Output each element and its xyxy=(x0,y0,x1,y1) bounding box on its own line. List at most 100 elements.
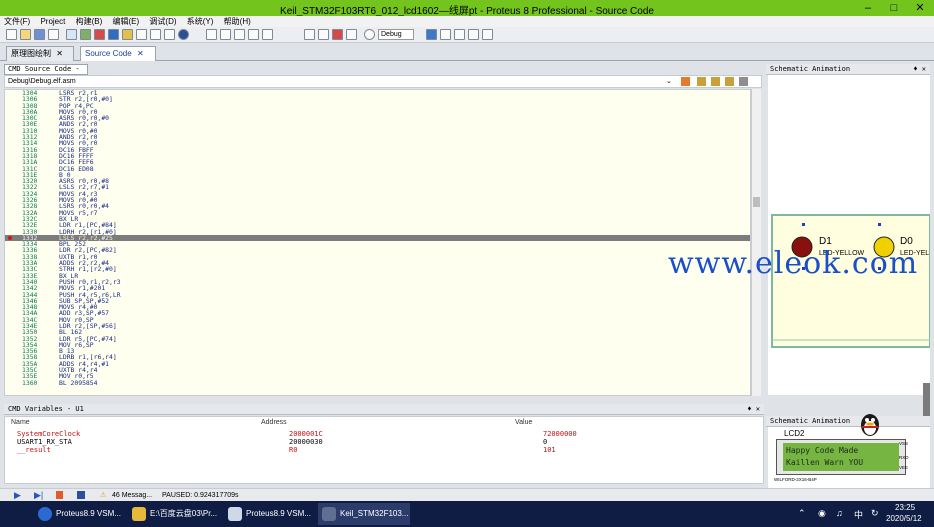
menu-edit[interactable]: 编辑(E) xyxy=(109,16,144,27)
build-icon[interactable] xyxy=(304,29,315,40)
pin-icon[interactable]: ♦ ✕ xyxy=(747,404,760,414)
maximize-button[interactable]: □ xyxy=(882,0,906,16)
table-row[interactable]: __result R0 101 xyxy=(5,446,745,455)
rebuild-icon[interactable] xyxy=(318,29,329,40)
col-value[interactable]: Value xyxy=(515,419,532,426)
menu-build[interactable]: 构建(B) xyxy=(72,16,107,27)
proteus-icon xyxy=(38,507,52,521)
grid-icon[interactable] xyxy=(468,29,479,40)
breakpoint-icon[interactable] xyxy=(8,235,12,240)
tab-schematic[interactable]: 原理图绘制 ✕ xyxy=(6,46,74,61)
messages-count[interactable]: 46 Messag... xyxy=(112,491,152,500)
taskbar-item-explorer[interactable]: E:\百度云盘03\Pr... xyxy=(128,503,218,525)
source-subtab[interactable]: CMD Source Code - U1 xyxy=(4,64,88,82)
taskbar: Proteus8.9 VSM... E:\百度云盘03\Pr... Proteu… xyxy=(0,501,934,527)
step-out-icon[interactable] xyxy=(711,77,720,86)
copy-icon[interactable] xyxy=(234,29,245,40)
step-icon[interactable] xyxy=(454,29,465,40)
clock-time[interactable]: 23:25 xyxy=(895,503,915,512)
simulation-state: PAUSED: 0.924317709s xyxy=(162,492,239,499)
find-icon[interactable] xyxy=(262,29,273,40)
step-over-icon[interactable] xyxy=(697,77,706,86)
schematic-animation-top[interactable]: D1 LED-YELLOW D0 LED-YEL xyxy=(768,75,931,395)
lcd-screen: Happy Code Made Kaillen Warn YOU xyxy=(783,443,899,471)
zoom-icon[interactable] xyxy=(482,29,493,40)
menu-project[interactable]: Project xyxy=(36,16,69,27)
taskbar-item-proteus-2[interactable]: Proteus8.9 VSM... xyxy=(224,503,312,525)
col-name[interactable]: Name xyxy=(11,419,30,426)
home-icon[interactable] xyxy=(66,29,77,40)
gerber-icon[interactable] xyxy=(136,29,147,40)
taskbar-item-proteus-1[interactable]: Proteus8.9 VSM... xyxy=(34,503,122,525)
warning-icon[interactable]: ⚠ xyxy=(100,491,106,500)
step-icon[interactable]: ▶| xyxy=(34,491,43,500)
pin-vee: VEE xyxy=(899,465,909,470)
keil-icon xyxy=(322,507,336,521)
notes-icon[interactable] xyxy=(164,29,175,40)
var-name: __result xyxy=(17,446,51,454)
import-icon[interactable] xyxy=(48,29,59,40)
toggle-breakpoint-icon[interactable] xyxy=(739,77,748,86)
component-icon[interactable] xyxy=(80,29,91,40)
play-icon[interactable]: ▶ xyxy=(14,491,21,500)
file-selector[interactable]: Debug\Debug.elf.asm ⌄ xyxy=(4,75,762,88)
pcb-icon[interactable] xyxy=(108,29,119,40)
new-file-icon[interactable] xyxy=(6,29,17,40)
variables-title-text: CMD Variables - U1 xyxy=(8,405,84,413)
save-icon[interactable] xyxy=(34,29,45,40)
open-folder-icon[interactable] xyxy=(20,29,31,40)
redo-icon[interactable] xyxy=(440,29,451,40)
schematic-scrollbar[interactable] xyxy=(923,383,930,419)
stop-icon[interactable] xyxy=(77,491,85,499)
undo-icon[interactable] xyxy=(426,29,437,40)
network-icon[interactable]: ◉ xyxy=(818,508,826,519)
clean-icon[interactable] xyxy=(346,29,357,40)
clock-date[interactable]: 2020/5/12 xyxy=(886,514,922,523)
tab-source-code[interactable]: Source Code ✕ xyxy=(80,46,156,61)
volume-icon[interactable]: ♫ xyxy=(836,508,843,518)
code-line[interactable]: 1360 BL 2095854 xyxy=(5,378,750,387)
3d-icon[interactable] xyxy=(122,29,133,40)
menu-file[interactable]: 文件(F) xyxy=(0,16,34,27)
pause-icon[interactable] xyxy=(56,491,63,499)
close-button[interactable]: ✕ xyxy=(908,0,932,16)
menu-debug[interactable]: 调试(D) xyxy=(145,16,180,27)
disassembly-view[interactable]: 1304 LSRS r2,r1 1306 STR r2,[r0,#0] 1308 POP … xyxy=(4,89,751,396)
run-to-icon[interactable] xyxy=(725,77,734,86)
led-board xyxy=(771,214,931,348)
minimize-button[interactable]: – xyxy=(856,0,880,16)
ime-indicator[interactable]: 中 xyxy=(854,508,863,521)
taskbar-item-keil[interactable]: Keil_STM32F103... xyxy=(318,503,410,525)
library-icon[interactable] xyxy=(94,29,105,40)
scroll-thumb[interactable] xyxy=(753,197,760,207)
close-icon[interactable]: ✕ xyxy=(56,49,63,58)
title-bar: Keil_STM32F103RT6_012_lcd1602—线屏pt - Pro… xyxy=(0,0,934,17)
qq-penguin-icon[interactable] xyxy=(857,411,883,437)
bom-icon[interactable] xyxy=(150,29,161,40)
lcd-bezel: Happy Code Made Kaillen Warn YOU xyxy=(776,439,906,475)
menu-help[interactable]: 帮助(H) xyxy=(220,16,255,27)
tab-source-code-label: Source Code xyxy=(85,49,132,58)
step-into-icon[interactable] xyxy=(681,77,690,86)
var-address: R0 xyxy=(289,446,298,454)
paste-icon[interactable] xyxy=(248,29,259,40)
debug-bug-icon[interactable] xyxy=(332,29,343,40)
sync-icon[interactable]: ↻ xyxy=(871,508,879,519)
code-scrollbar[interactable] xyxy=(751,89,761,396)
menu-system[interactable]: 系统(Y) xyxy=(183,16,218,27)
watermark: www.eleok.com xyxy=(668,246,919,281)
chevron-down-icon[interactable]: ⌄ xyxy=(666,76,672,87)
help-icon[interactable] xyxy=(178,29,189,40)
build-config-select[interactable]: Debug xyxy=(378,29,414,40)
config-icon[interactable] xyxy=(364,29,375,40)
tray-chevron-icon[interactable]: ⌃ xyxy=(798,508,806,519)
pin-icon[interactable]: ♦ ✕ xyxy=(913,64,926,74)
schematic-animation-bottom[interactable]: LCD2 Happy Code Made Kaillen Warn YOU WI… xyxy=(768,427,930,489)
col-address[interactable]: Address xyxy=(261,419,287,426)
code-address: 1360 xyxy=(22,378,38,387)
schematic-canvas xyxy=(768,75,931,395)
print-icon[interactable] xyxy=(206,29,217,40)
close-icon[interactable]: ✕ xyxy=(137,49,144,58)
cut-icon[interactable] xyxy=(220,29,231,40)
code-instruction: BL 2095854 xyxy=(59,378,98,387)
